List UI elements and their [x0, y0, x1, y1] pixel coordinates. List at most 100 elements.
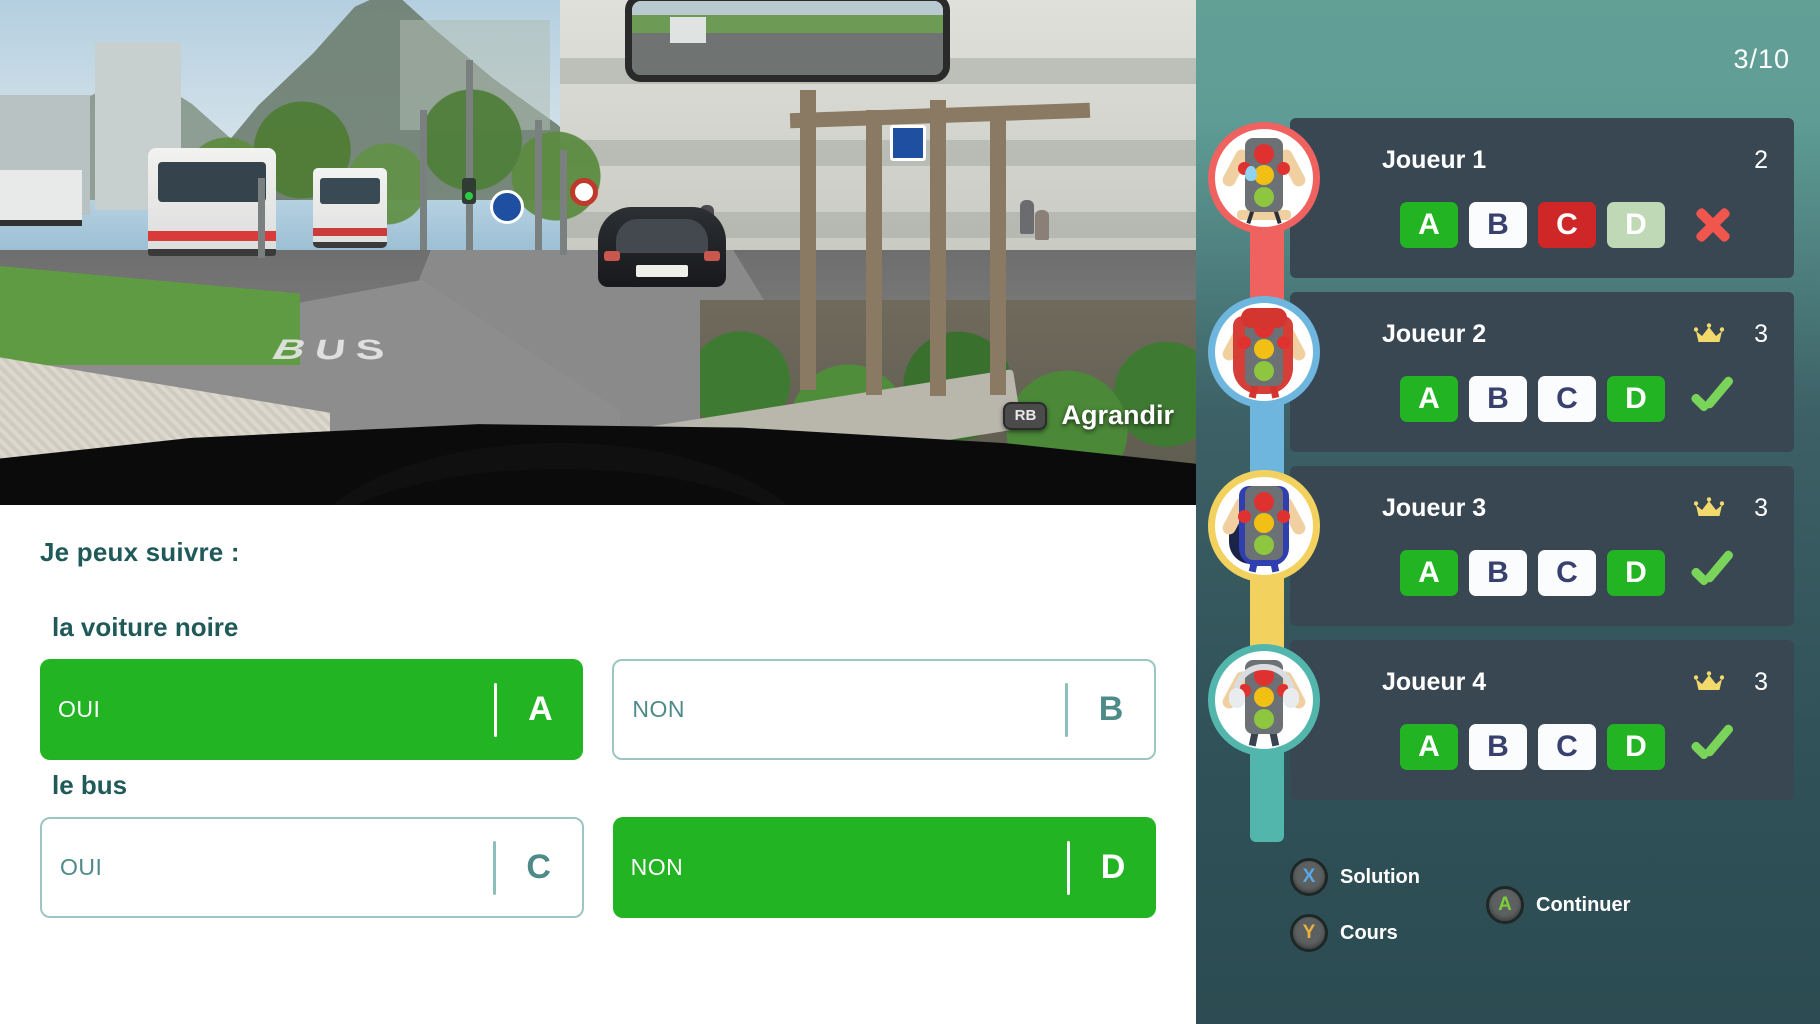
- player-header: Joueur 1 2: [1382, 140, 1768, 180]
- check-icon: [1686, 724, 1740, 770]
- gamepad-controls: X Solution Y Cours A Continuer: [1196, 858, 1820, 998]
- rb-button-badge[interactable]: RB: [1003, 401, 1048, 430]
- cours-label: Cours: [1340, 921, 1398, 944]
- player-answer-a: A: [1400, 550, 1458, 596]
- divider: [492, 840, 496, 895]
- answer-option-c-letter: C: [526, 848, 551, 886]
- pedestrian: [1020, 200, 1034, 234]
- player-row[interactable]: Joueur 2 3 A B C D: [1208, 292, 1794, 494]
- player-row[interactable]: Joueur 4 3 A B C D: [1208, 640, 1794, 842]
- rearview-mirror: [625, 0, 950, 82]
- x-button-icon[interactable]: X: [1290, 858, 1328, 896]
- avatar: [1208, 470, 1326, 668]
- player-answer-d: D: [1607, 724, 1665, 770]
- player-score: 3: [1754, 319, 1768, 348]
- player-answers: A B C D: [1382, 202, 1768, 248]
- continuer-label: Continuer: [1536, 893, 1631, 916]
- player-score: 3: [1754, 493, 1768, 522]
- street-pole: [560, 150, 567, 255]
- player-answer-a: A: [1400, 202, 1458, 248]
- player-name: Joueur 4: [1382, 667, 1487, 696]
- player-answer-c: C: [1538, 724, 1596, 770]
- player-answers: A B C D: [1382, 550, 1768, 596]
- player-name: Joueur 2: [1382, 319, 1487, 348]
- answer-option-a-letter: A: [528, 690, 553, 728]
- player-answers: A B C D: [1382, 724, 1768, 770]
- pedestrian: [1035, 210, 1049, 240]
- player-score: 3: [1754, 667, 1768, 696]
- road-sign-prohibition: [570, 178, 598, 206]
- player-answers: A B C D: [1382, 376, 1768, 422]
- wooden-post: [990, 120, 1006, 395]
- answer-option-c-text: OUI: [60, 854, 103, 880]
- continuer-button[interactable]: A Continuer: [1486, 886, 1630, 924]
- question-area: Je peux suivre : la voiture noire OUI A …: [0, 505, 1196, 1024]
- road-sign-blue-round: [490, 190, 524, 224]
- tram: [148, 148, 276, 256]
- quiz-screen: BUS RB Agrandir Je peux suivre: la voit…: [0, 0, 1820, 1024]
- player-answer-a: A: [1400, 376, 1458, 422]
- player-header: Joueur 4 3: [1382, 662, 1768, 702]
- a-button-icon[interactable]: A: [1486, 886, 1524, 924]
- solution-button[interactable]: X Solution: [1290, 858, 1420, 896]
- answer-group-1-label: la voiture noire: [52, 612, 239, 642]
- player-answer-b: B: [1469, 550, 1527, 596]
- answer-option-a[interactable]: OUI A: [40, 659, 584, 760]
- player-answer-a: A: [1400, 724, 1458, 770]
- answer-option-b-letter: B: [1098, 690, 1124, 728]
- bus-lane-marking: BUS: [265, 334, 399, 367]
- wooden-post: [866, 110, 882, 395]
- answer-row-1: OUI A NON B: [40, 659, 1156, 760]
- player-answer-c: C: [1538, 550, 1596, 596]
- player-answer-d: D: [1607, 376, 1665, 422]
- player-name: Joueur 3: [1382, 493, 1487, 522]
- player-row[interactable]: Joueur 3 3 A B C D: [1208, 466, 1794, 668]
- answer-option-d-text: NON: [630, 854, 684, 880]
- player-list: Joueur 1 2 A B C D Joueur 2 3 A B C D Jo…: [1196, 118, 1820, 842]
- pedestrian-crossing-sign: [890, 125, 926, 161]
- question-progress: 3/10: [1733, 44, 1790, 74]
- player-avatar-icon: [1208, 296, 1320, 408]
- crown-icon: [1694, 323, 1724, 342]
- truck: [0, 170, 82, 226]
- solution-label: Solution: [1340, 865, 1420, 888]
- question-prompt: Je peux suivre :: [40, 537, 240, 567]
- avatar: [1208, 644, 1326, 842]
- cours-button[interactable]: Y Cours: [1290, 914, 1398, 952]
- player-answer-d: D: [1607, 202, 1665, 248]
- crown-icon: [1694, 497, 1724, 516]
- driving-scene-photo[interactable]: BUS RB Agrandir: [0, 0, 1196, 505]
- street-pole: [466, 60, 473, 250]
- player-header: Joueur 3 3: [1382, 488, 1768, 528]
- bus-vehicle: [313, 168, 387, 248]
- player-header: Joueur 2 3: [1382, 314, 1768, 354]
- traffic-light-scene: [462, 178, 476, 204]
- street-pole: [258, 178, 265, 258]
- player-name: Joueur 1: [1382, 145, 1487, 174]
- answer-row-2: OUI C NON D: [40, 817, 1156, 918]
- answer-option-a-text: OUI: [58, 696, 101, 722]
- check-icon: [1686, 550, 1740, 596]
- avatar: [1208, 122, 1326, 320]
- avatar: [1208, 296, 1326, 494]
- divider: [1065, 682, 1068, 737]
- player-row[interactable]: Joueur 1 2 A B C D: [1208, 118, 1794, 320]
- scoreboard-panel: 3/10 Joueur 1 2 A B C D Joueur 2 3 A B C…: [1196, 0, 1820, 1024]
- player-avatar-icon: [1208, 122, 1320, 234]
- answer-option-c[interactable]: OUI C: [40, 817, 584, 918]
- black-car: [598, 207, 726, 287]
- player-avatar-icon: [1208, 470, 1320, 582]
- crown-icon: [1694, 671, 1724, 690]
- player-avatar-icon: [1208, 644, 1320, 756]
- y-button-icon[interactable]: Y: [1290, 914, 1328, 952]
- player-answer-c: C: [1538, 376, 1596, 422]
- player-answer-b: B: [1469, 376, 1527, 422]
- check-icon: [1686, 376, 1740, 422]
- answer-option-d[interactable]: NON D: [612, 817, 1156, 918]
- enlarge-label: Agrandir: [1061, 400, 1174, 430]
- answer-group-2-label: le bus: [52, 770, 128, 800]
- street-pole: [535, 120, 542, 250]
- enlarge-hint[interactable]: RB Agrandir: [1003, 400, 1174, 431]
- player-score: 2: [1754, 145, 1768, 174]
- answer-option-b[interactable]: NON B: [612, 659, 1156, 760]
